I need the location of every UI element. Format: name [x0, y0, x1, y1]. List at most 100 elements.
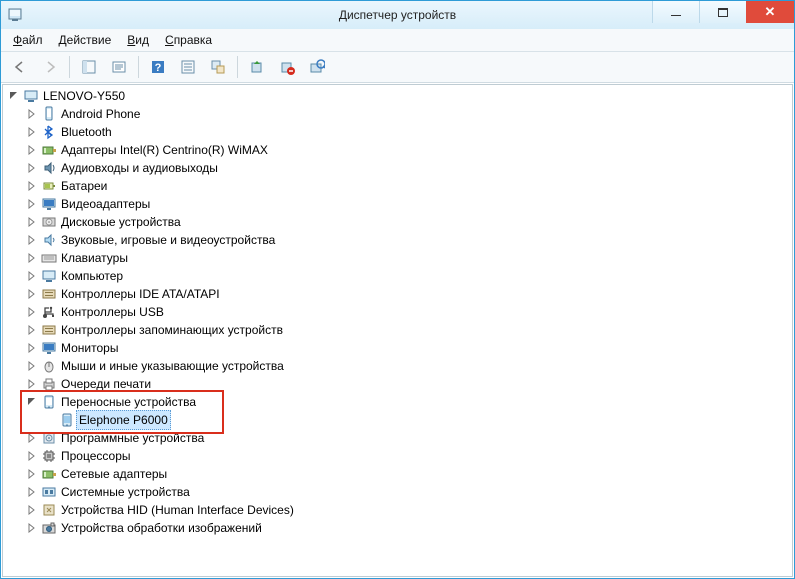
- expand-icon[interactable]: [25, 251, 39, 265]
- expand-icon[interactable]: [25, 197, 39, 211]
- expand-icon[interactable]: [25, 107, 39, 121]
- disk-icon: [41, 214, 57, 230]
- expand-icon[interactable]: [25, 179, 39, 193]
- toolbar-forward-button[interactable]: [37, 54, 63, 80]
- tree-node-label: Контроллеры IDE ATA/ATAPI: [61, 285, 220, 303]
- tree-node-cat-20[interactable]: Системные устройства: [3, 483, 792, 501]
- tree-node-cat-4[interactable]: Батареи: [3, 177, 792, 195]
- tree-node-cat-9[interactable]: Компьютер: [3, 267, 792, 285]
- tree-node-label: Программные устройства: [61, 429, 204, 447]
- expand-icon[interactable]: [25, 341, 39, 355]
- tree-node-cat-8[interactable]: Клавиатуры: [3, 249, 792, 267]
- expand-icon[interactable]: [25, 359, 39, 373]
- toolbar-list-button[interactable]: [175, 54, 201, 80]
- tree-node-label: Устройства обработки изображений: [61, 519, 262, 537]
- window-title: Диспетчер устройств: [339, 8, 456, 22]
- expand-icon[interactable]: [25, 323, 39, 337]
- ide-icon: [41, 286, 57, 302]
- system-icon: [41, 484, 57, 500]
- minimize-button[interactable]: [652, 1, 699, 23]
- tree-node-cat-0[interactable]: Android Phone: [3, 105, 792, 123]
- expand-icon[interactable]: [25, 143, 39, 157]
- tree-node-label: Elephone P6000: [76, 410, 171, 430]
- tree-node-cat-5[interactable]: Видеоадаптеры: [3, 195, 792, 213]
- expand-icon[interactable]: [25, 161, 39, 175]
- tree-node-cat-12[interactable]: Контроллеры запоминающих устройств: [3, 321, 792, 339]
- toolbar-back-button[interactable]: [7, 54, 33, 80]
- toolbar-scan-button[interactable]: [304, 54, 330, 80]
- toolbar-properties-button[interactable]: [106, 54, 132, 80]
- netcard-icon: [41, 466, 57, 482]
- expand-icon[interactable]: [25, 125, 39, 139]
- expand-icon[interactable]: [25, 521, 39, 535]
- expand-icon[interactable]: [25, 233, 39, 247]
- menu-help[interactable]: Справка: [157, 31, 220, 49]
- usb-icon: [41, 304, 57, 320]
- menubar: Файл Действие Вид Справка: [1, 29, 794, 52]
- sound-icon: [41, 232, 57, 248]
- portable-icon: [41, 394, 57, 410]
- phone-icon: [41, 106, 57, 122]
- tree-node-cat-15[interactable]: Очереди печати: [3, 375, 792, 393]
- tree-node-label: Процессоры: [61, 447, 131, 465]
- expander-placeholder: [43, 413, 57, 427]
- tree-node-label: Системные устройства: [61, 483, 190, 501]
- tree-node-cat-16[interactable]: Переносные устройства: [3, 393, 792, 411]
- tree-node-cat-10[interactable]: Контроллеры IDE ATA/ATAPI: [3, 285, 792, 303]
- keyboard-icon: [41, 250, 57, 266]
- expand-icon[interactable]: [25, 287, 39, 301]
- app-icon: [7, 7, 23, 23]
- expand-icon[interactable]: [25, 215, 39, 229]
- tree-node-cat-6[interactable]: Дисковые устройства: [3, 213, 792, 231]
- window: Диспетчер устройств ✕ Файл Действие Вид …: [0, 0, 795, 579]
- tree-node-cat-22[interactable]: Устройства обработки изображений: [3, 519, 792, 537]
- menu-action[interactable]: Действие: [51, 31, 120, 49]
- printq-icon: [41, 376, 57, 392]
- tree-node-cat-2[interactable]: Адаптеры Intel(R) Centrino(R) WiMAX: [3, 141, 792, 159]
- maximize-button[interactable]: [699, 1, 746, 23]
- device-tree[interactable]: LENOVO-Y550Android PhoneBluetoothАдаптер…: [2, 84, 793, 577]
- svg-text:?: ?: [155, 62, 162, 74]
- tree-node-cat-18[interactable]: Процессоры: [3, 447, 792, 465]
- tree-node-cat-19[interactable]: Сетевые адаптеры: [3, 465, 792, 483]
- tree-node-root[interactable]: LENOVO-Y550: [3, 87, 792, 105]
- tree-node-label: Мыши и иные указывающие устройства: [61, 357, 284, 375]
- titlebar[interactable]: Диспетчер устройств ✕: [1, 1, 794, 29]
- mouse-icon: [41, 358, 57, 374]
- monitor-icon: [41, 340, 57, 356]
- collapse-icon[interactable]: [25, 395, 39, 409]
- tree-node-dev-16-0[interactable]: Elephone P6000: [3, 411, 792, 429]
- imaging-icon: [41, 520, 57, 536]
- expand-icon[interactable]: [25, 305, 39, 319]
- toolbar-config-button[interactable]: [205, 54, 231, 80]
- expand-icon[interactable]: [25, 449, 39, 463]
- toolbar-show-hide-button[interactable]: [76, 54, 102, 80]
- audio-icon: [41, 160, 57, 176]
- expand-icon[interactable]: [25, 467, 39, 481]
- menu-file[interactable]: Файл: [5, 31, 51, 49]
- tree-node-label: Адаптеры Intel(R) Centrino(R) WiMAX: [61, 141, 268, 159]
- collapse-icon[interactable]: [7, 89, 21, 103]
- toolbar-update-driver-button[interactable]: [244, 54, 270, 80]
- tree-node-cat-11[interactable]: Контроллеры USB: [3, 303, 792, 321]
- expand-icon[interactable]: [25, 431, 39, 445]
- tree-node-cat-7[interactable]: Звуковые, игровые и видеоустройства: [3, 231, 792, 249]
- toolbar-uninstall-button[interactable]: [274, 54, 300, 80]
- tree-node-cat-13[interactable]: Мониторы: [3, 339, 792, 357]
- tree-node-label: Устройства HID (Human Interface Devices): [61, 501, 294, 519]
- toolbar-help-button[interactable]: ?: [145, 54, 171, 80]
- tree-node-cat-17[interactable]: Программные устройства: [3, 429, 792, 447]
- menu-view[interactable]: Вид: [119, 31, 157, 49]
- close-button[interactable]: ✕: [746, 1, 794, 23]
- cpu-icon: [41, 448, 57, 464]
- tree-node-cat-1[interactable]: Bluetooth: [3, 123, 792, 141]
- tree-node-label: Звуковые, игровые и видеоустройства: [61, 231, 275, 249]
- expand-icon[interactable]: [25, 269, 39, 283]
- tree-node-label: Сетевые адаптеры: [61, 465, 167, 483]
- tree-node-cat-3[interactable]: Аудиовходы и аудиовыходы: [3, 159, 792, 177]
- tree-node-cat-21[interactable]: Устройства HID (Human Interface Devices): [3, 501, 792, 519]
- expand-icon[interactable]: [25, 377, 39, 391]
- tree-node-cat-14[interactable]: Мыши и иные указывающие устройства: [3, 357, 792, 375]
- expand-icon[interactable]: [25, 503, 39, 517]
- expand-icon[interactable]: [25, 485, 39, 499]
